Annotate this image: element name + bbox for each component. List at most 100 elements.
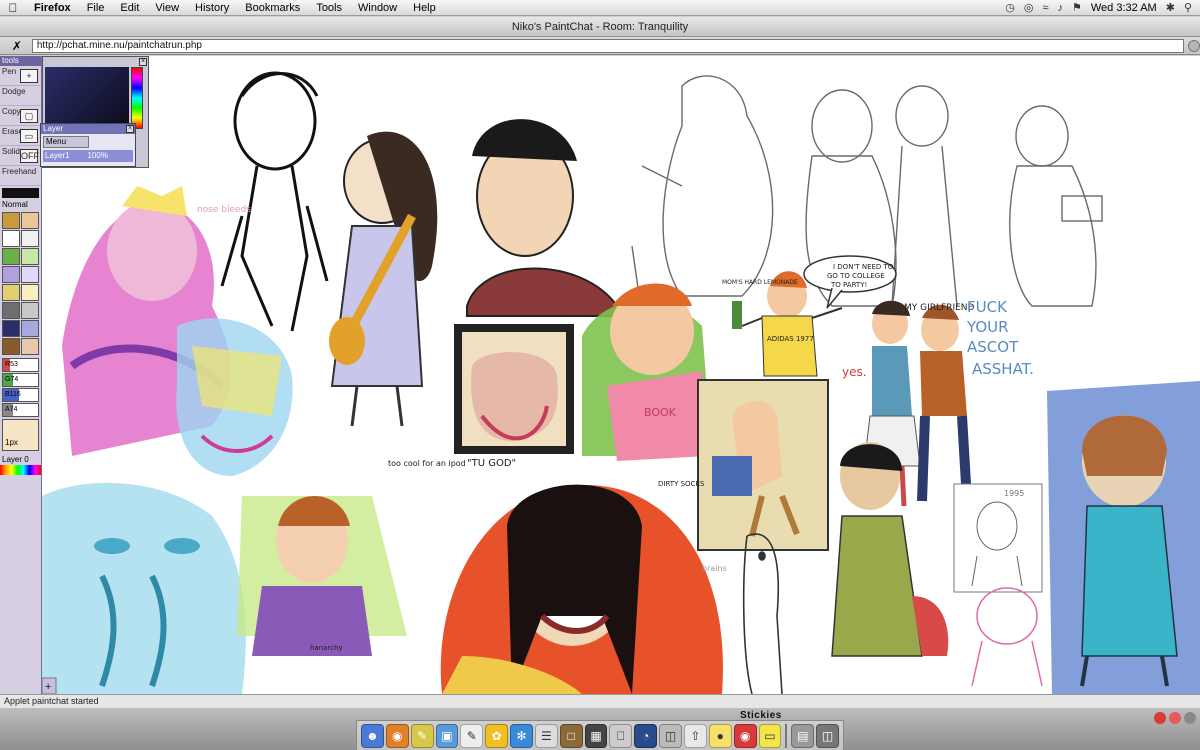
menu-bookmarks[interactable]: Bookmarks: [237, 2, 308, 14]
svg-text:YOUR: YOUR: [966, 318, 1009, 336]
duck-icon[interactable]: ●: [708, 723, 732, 748]
wifi-icon[interactable]: ≈: [1042, 2, 1048, 14]
drawing-canvas[interactable]: I DON'T NEED TO GO TO COLLEGE TO PARTY! …: [42, 56, 1200, 694]
menu-clock[interactable]: Wed 3:32 AM: [1091, 2, 1157, 14]
dodge-tool[interactable]: Dodge: [0, 86, 41, 106]
color-swatch[interactable]: [21, 266, 39, 283]
brains-caption: brains: [702, 564, 727, 573]
filmstrip-icon[interactable]: ▦: [584, 723, 608, 748]
color-swatch[interactable]: [21, 230, 39, 247]
spotlight-icon[interactable]: ⚲: [1184, 1, 1192, 14]
palette-rainbow[interactable]: [0, 465, 41, 475]
bluetooth-icon[interactable]: ✱: [1166, 1, 1175, 14]
add-canvas-button[interactable]: +: [45, 681, 51, 693]
hue-strip[interactable]: [131, 67, 143, 129]
close-icon[interactable]: ×: [126, 125, 134, 133]
finder-icon[interactable]: ☻: [361, 723, 384, 748]
tools-x-icon[interactable]: ✗: [6, 38, 28, 54]
trash-icon[interactable]: ◫: [816, 723, 840, 748]
color-swatch[interactable]: [2, 284, 20, 301]
menu-help[interactable]: Help: [405, 2, 444, 14]
color-swatch[interactable]: [21, 302, 39, 319]
color-swatch[interactable]: [2, 230, 20, 247]
rect-select-icon[interactable]: ▢: [20, 109, 38, 123]
color-swatch[interactable]: [2, 212, 20, 229]
textedit-icon[interactable]: ✎: [460, 723, 484, 748]
dashboard-icon[interactable]: ◔: [634, 723, 658, 748]
apple-app-icon[interactable]: : [609, 723, 633, 748]
url-field[interactable]: http://pchat.mine.nu/paintchatrun.php: [31, 38, 1185, 53]
firefox-icon[interactable]: ◉: [385, 723, 409, 748]
layer-opacity: 100%: [87, 151, 108, 160]
menu-edit[interactable]: Edit: [112, 2, 147, 14]
color-slider[interactable]: G74: [2, 373, 39, 387]
menu-bar:  Firefox File Edit View History Bookmar…: [0, 0, 1200, 16]
color-swatch[interactable]: [21, 284, 39, 301]
menu-file[interactable]: File: [79, 2, 113, 14]
color-swatch[interactable]: [21, 212, 39, 229]
status-text: Applet paintchat started: [4, 696, 99, 706]
color-swatch[interactable]: [21, 320, 39, 337]
layer-menu-button[interactable]: Menu: [43, 136, 89, 148]
color-swatch[interactable]: [2, 266, 20, 283]
eraser-icon[interactable]: ▭: [20, 129, 38, 143]
movie-icon[interactable]: □: [559, 723, 583, 748]
color-slider[interactable]: A74: [2, 403, 39, 417]
badge-red-icon[interactable]: [1154, 712, 1166, 724]
color-swatch[interactable]: [2, 248, 20, 265]
flag-icon[interactable]: ⚑: [1072, 1, 1082, 14]
toolbar-toggle-button[interactable]: [1188, 39, 1200, 52]
menu-tools[interactable]: Tools: [308, 2, 350, 14]
color-swatch[interactable]: [21, 338, 39, 355]
lastfm-icon[interactable]: ◉: [733, 723, 757, 748]
menu-window[interactable]: Window: [350, 2, 405, 14]
time-machine-icon[interactable]: ◷: [1005, 1, 1015, 14]
close-icon[interactable]: ×: [139, 58, 147, 66]
color-slider[interactable]: R53: [2, 358, 39, 372]
brush-size-field[interactable]: 1px: [2, 419, 39, 451]
gear-icon[interactable]: [1184, 712, 1196, 724]
year-caption: 1995: [1004, 489, 1024, 498]
menu-firefox[interactable]: Firefox: [26, 2, 79, 14]
preview-icon[interactable]: ◫: [659, 723, 682, 748]
photos-icon[interactable]: ▣: [435, 723, 459, 748]
menu-history[interactable]: History: [187, 2, 237, 14]
folder-icon[interactable]: ▤: [791, 723, 815, 748]
erase-tool[interactable]: Erase ▭: [0, 126, 41, 146]
cs-menu-icon[interactable]: ◎: [1024, 1, 1034, 14]
safari-icon[interactable]: ✻: [510, 723, 533, 748]
color-swatch[interactable]: [2, 302, 20, 319]
pencil-app-icon[interactable]: ✎: [410, 723, 434, 748]
speech-bubble-text: I DON'T NEED TO: [833, 263, 894, 271]
color-swatch[interactable]: [2, 320, 20, 337]
off-button[interactable]: OFF: [20, 149, 39, 163]
book-caption: BOOK: [644, 406, 677, 419]
plus-icon[interactable]: +: [20, 69, 38, 83]
layer-row[interactable]: Layer1 100%: [43, 150, 133, 162]
stickies-icon[interactable]: ▭: [758, 723, 782, 748]
solid-tool[interactable]: Solid OFF: [0, 146, 41, 166]
framed-portrait-doodle: [454, 324, 574, 454]
freehand-tool[interactable]: Freehand: [0, 166, 41, 186]
copy-tool[interactable]: Copy ▢: [0, 106, 41, 126]
script-icon[interactable]: ☰: [534, 723, 558, 748]
color-swatch[interactable]: [21, 248, 39, 265]
ascot-caption-1: FUCK: [967, 298, 1008, 316]
window-title: Niko's PaintChat - Room: Tranquility: [511, 21, 689, 33]
adium-duck-icon[interactable]: ✿: [485, 723, 509, 748]
menu-view[interactable]: View: [147, 2, 187, 14]
color-slider[interactable]: B116: [2, 388, 39, 402]
pen-tool[interactable]: Pen +: [0, 66, 41, 86]
apple-icon[interactable]: : [0, 1, 26, 15]
blue-dress-girl-doodle: [1047, 381, 1200, 694]
saturation-square[interactable]: [45, 67, 129, 129]
slider-label: A74: [5, 406, 18, 413]
current-color-bar[interactable]: [2, 188, 39, 198]
girl-with-bag-doodle: [329, 131, 438, 427]
abp-icon[interactable]: [1169, 712, 1181, 724]
volume-icon[interactable]: ♪: [1058, 2, 1064, 14]
blend-mode[interactable]: Normal: [0, 200, 41, 210]
svg-text:ASCOT: ASCOT: [967, 338, 1019, 356]
color-swatch[interactable]: [2, 338, 20, 355]
upload-icon[interactable]: ⇧: [683, 723, 707, 748]
